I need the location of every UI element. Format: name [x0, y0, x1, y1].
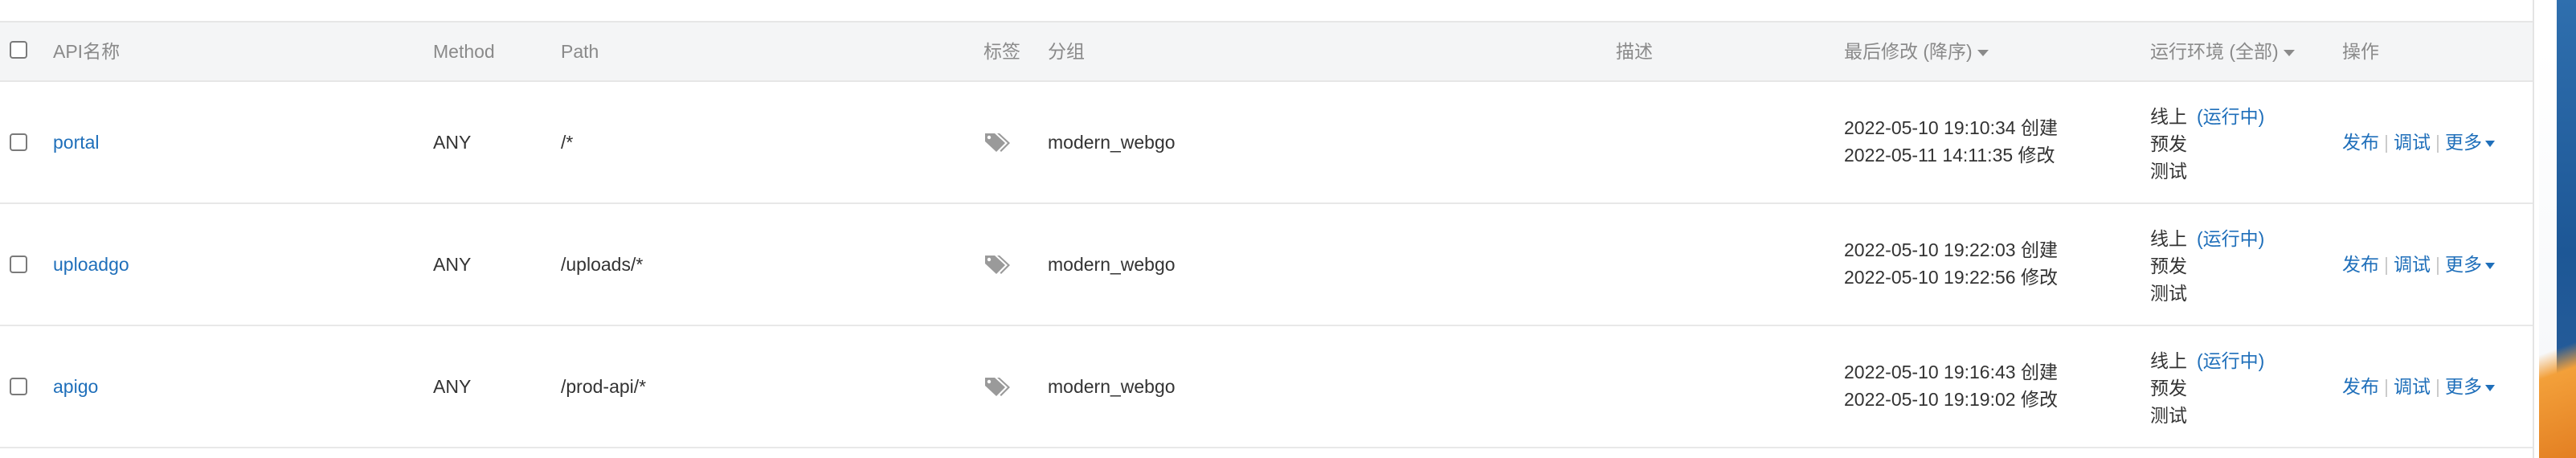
more-dropdown[interactable]: 更多 — [2445, 376, 2495, 397]
action-separator: | — [2435, 376, 2440, 397]
api-path: /uploads/* — [561, 254, 644, 275]
row-actions: 发布 | 调试 | 更多 — [2342, 204, 2495, 325]
row-checkbox[interactable] — [10, 378, 27, 395]
header-tags: 标签 — [983, 41, 1020, 62]
header-actions: 操作 — [2342, 41, 2379, 62]
more-label: 更多 — [2444, 376, 2482, 397]
api-table: API名称 Method Path 标签 分组 描述 最后修改 (降序) 运行环… — [0, 0, 2534, 458]
publish-link[interactable]: 发布 — [2342, 254, 2379, 275]
debug-link[interactable]: 调试 — [2394, 132, 2431, 153]
action-separator: | — [2384, 376, 2389, 397]
env-online-status[interactable]: (运行中) — [2197, 350, 2264, 371]
table-row: uploadgo ANY /uploads/* modern_webgo 202… — [0, 204, 2533, 326]
header-path: Path — [561, 41, 599, 62]
modified-times: 2022-05-10 19:16:43 创建 2022-05-10 19:19:… — [1844, 358, 2058, 413]
header-last-modified-label: 最后修改 (降序) — [1844, 41, 1973, 62]
background-decoration — [2539, 0, 2576, 458]
api-name-link[interactable]: uploadgo — [53, 204, 129, 325]
tag-icon[interactable] — [983, 253, 1014, 276]
env-test: 测试 — [2150, 405, 2187, 426]
caret-down-icon — [1977, 49, 1989, 56]
modified-times: 2022-05-10 19:10:34 创建 2022-05-11 14:11:… — [1844, 114, 2058, 169]
more-label: 更多 — [2444, 132, 2482, 153]
debug-link[interactable]: 调试 — [2394, 376, 2431, 397]
env-online-status[interactable]: (运行中) — [2197, 106, 2264, 127]
action-separator: | — [2435, 254, 2440, 275]
row-actions: 发布 | 调试 | 更多 — [2342, 82, 2495, 202]
environment-list: 线上 (运行中) 预发 测试 — [2150, 225, 2264, 307]
header-group: 分组 — [1048, 41, 1085, 62]
modified-times: 2022-05-10 19:22:03 创建 2022-05-10 19:22:… — [1844, 236, 2058, 291]
table-row: portal ANY /* modern_webgo 2022-05-10 19… — [0, 82, 2533, 204]
caret-down-icon — [2484, 140, 2495, 147]
environment-list: 线上 (运行中) 预发 测试 — [2150, 103, 2264, 185]
publish-link[interactable]: 发布 — [2342, 376, 2379, 397]
select-all-checkbox[interactable] — [10, 41, 27, 59]
table-row: apigo ANY /prod-api/* modern_webgo 2022-… — [0, 326, 2533, 448]
api-group: modern_webgo — [1048, 376, 1176, 397]
tag-icon[interactable] — [983, 375, 1014, 398]
more-dropdown[interactable]: 更多 — [2445, 132, 2495, 153]
env-online: 线上 — [2150, 350, 2187, 371]
api-group: modern_webgo — [1048, 132, 1176, 153]
modified-time: 2022-05-10 19:19:02 修改 — [1844, 389, 2058, 410]
api-method: ANY — [433, 254, 472, 275]
row-checkbox[interactable] — [10, 133, 27, 151]
more-label: 更多 — [2444, 254, 2482, 275]
header-method: Method — [433, 41, 495, 62]
api-name-link[interactable]: portal — [53, 82, 100, 202]
api-name-link[interactable]: apigo — [53, 326, 98, 447]
api-path: /* — [561, 132, 574, 153]
caret-down-icon — [2484, 262, 2495, 269]
env-test: 测试 — [2150, 283, 2187, 304]
api-list-page: API名称 Method Path 标签 分组 描述 最后修改 (降序) 运行环… — [0, 0, 2576, 458]
debug-link[interactable]: 调试 — [2394, 254, 2431, 275]
row-actions: 发布 | 调试 | 更多 — [2342, 326, 2495, 447]
table-header: API名称 Method Path 标签 分组 描述 最后修改 (降序) 运行环… — [0, 21, 2533, 82]
header-description: 描述 — [1616, 41, 1653, 62]
action-separator: | — [2384, 132, 2389, 153]
header-environment-filter[interactable]: 运行环境 (全部) — [2150, 22, 2295, 80]
header-environment-label: 运行环境 (全部) — [2150, 41, 2279, 62]
caret-down-icon — [2484, 384, 2495, 391]
created-time: 2022-05-10 19:10:34 创建 — [1844, 117, 2058, 138]
publish-link[interactable]: 发布 — [2342, 132, 2379, 153]
env-pre: 预发 — [2150, 378, 2187, 399]
more-dropdown[interactable]: 更多 — [2445, 254, 2495, 275]
caret-down-icon — [2283, 49, 2295, 56]
row-checkbox[interactable] — [10, 256, 27, 273]
environment-list: 线上 (运行中) 预发 测试 — [2150, 347, 2264, 429]
api-path: /prod-api/* — [561, 376, 647, 397]
env-online-status[interactable]: (运行中) — [2197, 228, 2264, 249]
api-method: ANY — [433, 376, 472, 397]
created-time: 2022-05-10 19:22:03 创建 — [1844, 239, 2058, 260]
modified-time: 2022-05-11 14:11:35 修改 — [1844, 145, 2055, 166]
created-time: 2022-05-10 19:16:43 创建 — [1844, 362, 2058, 382]
action-separator: | — [2435, 132, 2440, 153]
api-group: modern_webgo — [1048, 254, 1176, 275]
env-online: 线上 — [2150, 228, 2187, 249]
api-method: ANY — [433, 132, 472, 153]
tag-icon[interactable] — [983, 131, 1014, 153]
env-test: 测试 — [2150, 161, 2187, 182]
background-orange-band — [2539, 305, 2576, 458]
header-api-name: API名称 — [53, 41, 121, 62]
env-pre: 预发 — [2150, 256, 2187, 276]
env-online: 线上 — [2150, 106, 2187, 127]
action-separator: | — [2384, 254, 2389, 275]
modified-time: 2022-05-10 19:22:56 修改 — [1844, 267, 2058, 288]
env-pre: 预发 — [2150, 133, 2187, 154]
header-last-modified-sort[interactable]: 最后修改 (降序) — [1844, 22, 1989, 80]
